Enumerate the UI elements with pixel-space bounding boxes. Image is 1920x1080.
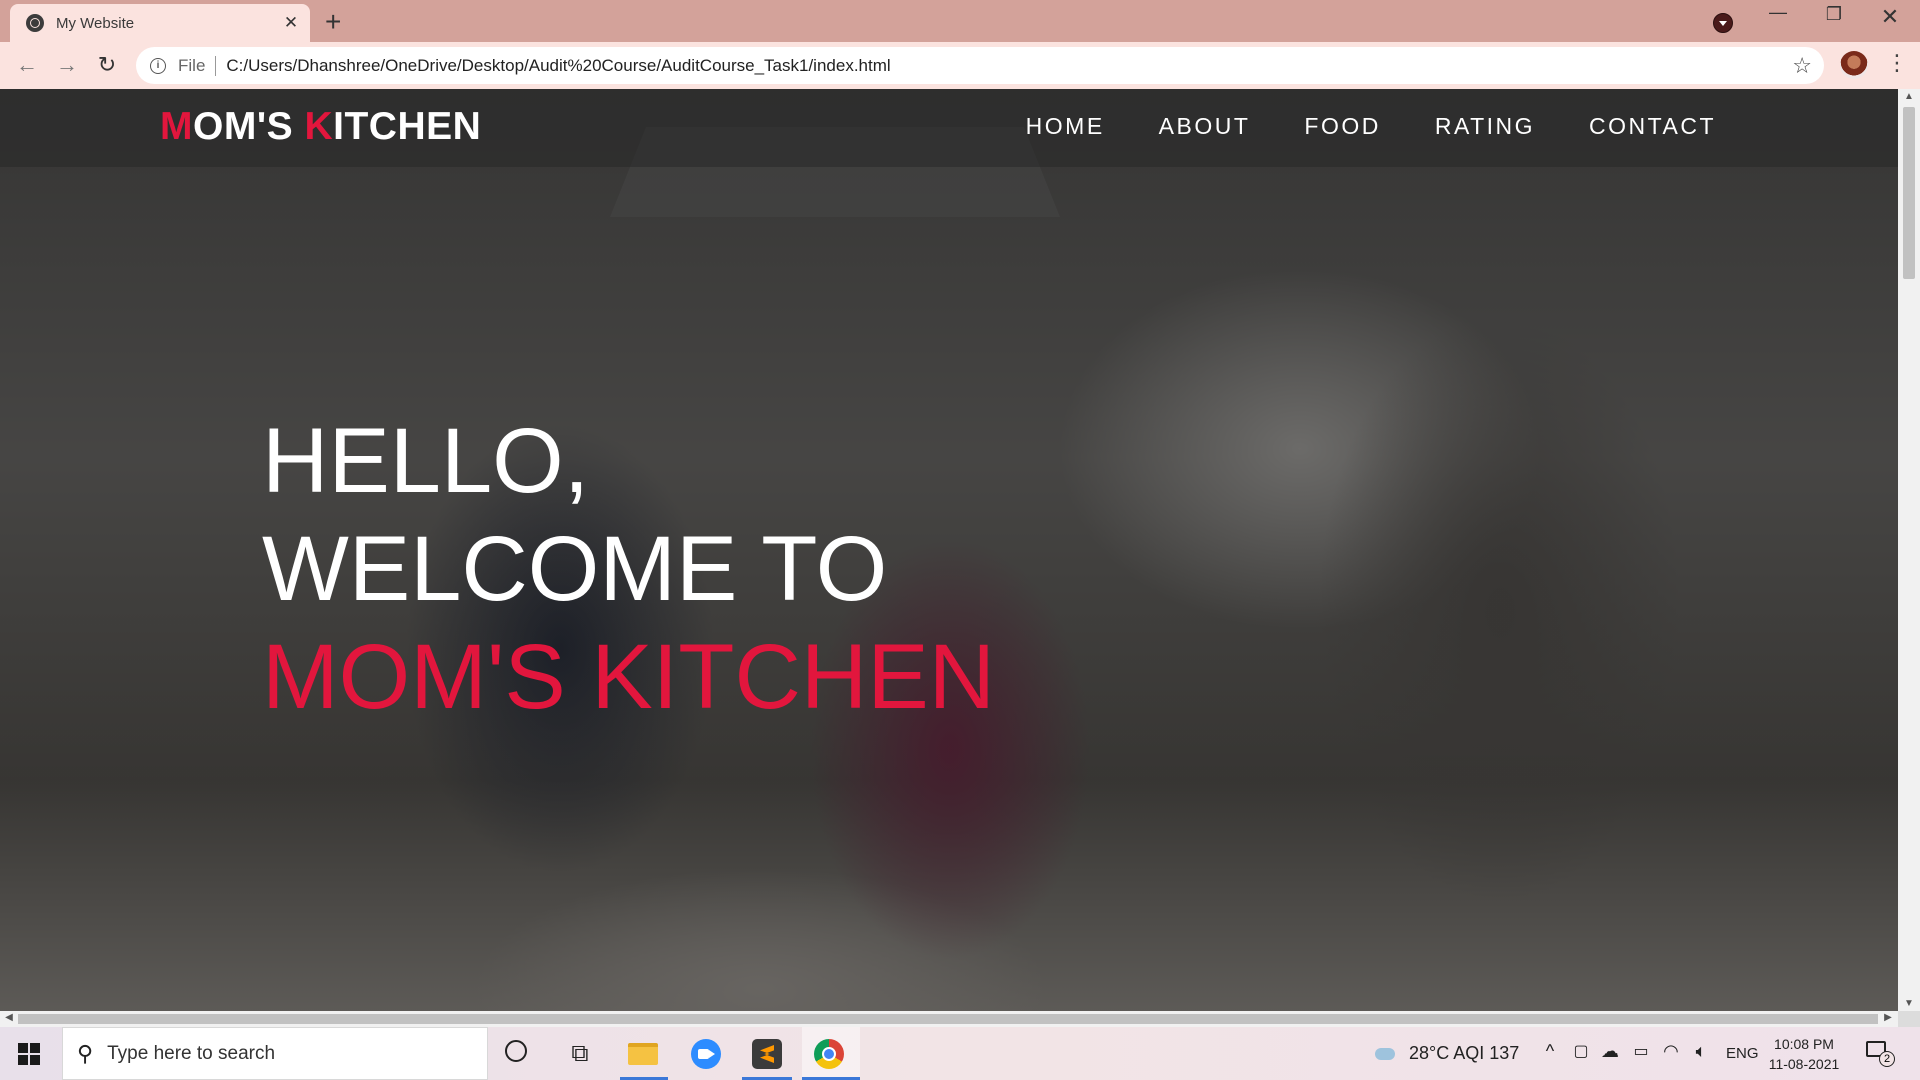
site-logo[interactable]: MOM'S KITCHEN [160,105,481,149]
horizontal-scroll-thumb[interactable] [18,1014,1878,1024]
meet-now-icon[interactable]: ▢ [1569,1041,1593,1061]
taskbar-clock[interactable]: 10:08 PM 11-08-2021 [1764,1034,1844,1074]
scroll-left-icon[interactable]: ◀ [1,1012,17,1023]
browser-tab[interactable]: My Website ✕ [10,4,310,42]
tab-close-icon[interactable]: ✕ [278,13,304,33]
weather-cloud-icon[interactable] [1373,1044,1397,1062]
minimize-button[interactable]: — [1758,2,1798,23]
onedrive-cloud-icon[interactable]: ☁ [1598,1041,1622,1062]
volume-icon[interactable]: 🔈︎ [1689,1041,1713,1062]
profile-avatar[interactable] [1840,51,1868,79]
taskbar: ⚲ Type here to search ⧉ 28°C AQI 137 ^ ▢… [0,1027,1920,1080]
scroll-down-icon[interactable]: ▼ [1898,998,1920,1009]
chevron-up-icon[interactable]: ^ [1538,1041,1562,1062]
nav-about[interactable]: ABOUT [1159,113,1251,140]
notification-center-icon[interactable]: 2 [1866,1041,1895,1067]
nav-food[interactable]: FOOD [1304,113,1380,140]
search-icon: ⚲ [77,1040,94,1066]
hero-line-hello: HELLO, [262,410,590,512]
taskbar-search-box[interactable]: ⚲ Type here to search [62,1027,488,1080]
tab-search-icon[interactable] [1713,13,1733,33]
clock-date: 11-08-2021 [1768,1056,1840,1072]
nav-contact[interactable]: CONTACT [1589,113,1716,140]
scroll-right-icon[interactable]: ▶ [1880,1012,1896,1023]
logo-text-om: OM'S [193,105,305,148]
site-header: MOM'S KITCHEN HOME ABOUT FOOD RATING CON… [0,89,1898,167]
windows-start-icon[interactable] [18,1043,40,1065]
language-indicator[interactable]: ENG [1726,1027,1759,1080]
close-window-button[interactable]: ✕ [1870,4,1910,30]
reload-icon[interactable]: ↻ [92,52,122,78]
sublime-text-icon[interactable] [752,1039,782,1069]
new-tab-button[interactable]: + [325,6,341,38]
logo-accent-k: K [304,105,334,148]
info-icon[interactable]: i [150,57,166,74]
globe-icon [26,14,44,32]
cortana-icon[interactable] [505,1040,527,1062]
site-nav: HOME ABOUT FOOD RATING CONTACT [972,113,1716,140]
url-text[interactable]: C:/Users/Dhanshree/OneDrive/Desktop/Audi… [226,56,890,76]
file-label: File [178,55,206,75]
restore-button[interactable]: ❐ [1814,4,1854,25]
nav-home[interactable]: HOME [1026,113,1105,140]
url-separator [215,55,217,76]
search-placeholder: Type here to search [107,1042,276,1064]
logo-accent-m: M [160,105,193,148]
kebab-menu-icon[interactable]: ⋮ [1886,50,1908,76]
hero-heading: HELLO, WELCOME TO MOM'S KITCHEN [262,407,995,731]
browser-toolbar: ← → ↻ i File C:/Users/Dhanshree/OneDrive… [0,42,1920,89]
logo-text-itchen: ITCHEN [333,105,482,148]
chrome-icon[interactable] [814,1039,844,1069]
tab-title: My Website [56,14,135,32]
scrollbar-corner [1898,1011,1920,1027]
browser-tab-strip: My Website ✕ + — ❐ ✕ [0,0,1920,42]
weather-text[interactable]: 28°C AQI 137 [1409,1027,1519,1080]
scroll-up-icon[interactable]: ▲ [1898,91,1920,102]
clock-time: 10:08 PM [1774,1036,1834,1052]
hero-line-brand: MOM'S KITCHEN [262,626,996,728]
nav-rating[interactable]: RATING [1435,113,1535,140]
battery-icon[interactable]: ▭ [1629,1041,1653,1061]
vertical-scrollbar[interactable]: ▲ ▼ [1898,89,1920,1011]
hero-line-welcome: WELCOME TO [262,518,888,620]
page-viewport: MOM'S KITCHEN HOME ABOUT FOOD RATING CON… [0,89,1898,1011]
forward-arrow-icon[interactable]: → [52,52,82,78]
address-bar[interactable]: i File C:/Users/Dhanshree/OneDrive/Deskt… [136,47,1824,84]
bookmark-star-icon[interactable]: ☆ [1792,53,1812,79]
notification-count: 2 [1879,1051,1895,1067]
zoom-app-icon[interactable] [691,1039,721,1069]
file-explorer-icon[interactable] [628,1039,658,1069]
vertical-scroll-thumb[interactable] [1903,107,1915,279]
horizontal-scrollbar[interactable]: ◀ ▶ [0,1011,1898,1027]
wifi-icon[interactable]: ◠ [1659,1041,1683,1062]
back-arrow-icon[interactable]: ← [12,52,42,78]
task-view-icon[interactable]: ⧉ [565,1039,595,1069]
